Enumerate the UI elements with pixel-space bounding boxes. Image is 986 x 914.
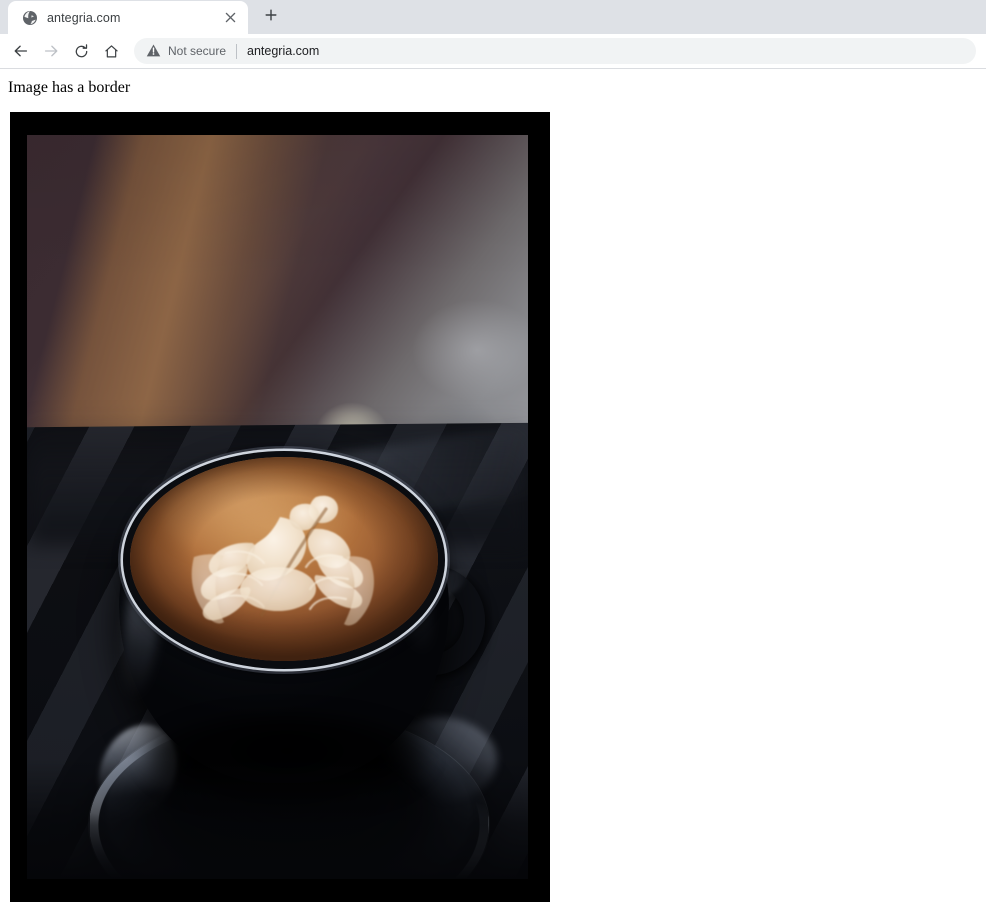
- browser-window: antegria.com: [0, 0, 986, 914]
- arrow-right-icon: [42, 42, 60, 60]
- latte-art-rosetta: [130, 457, 438, 661]
- page-viewport: Image has a border: [0, 70, 986, 914]
- forward-button[interactable]: [36, 36, 66, 66]
- new-tab-button[interactable]: [257, 3, 285, 31]
- address-bar[interactable]: Not secure antegria.com: [134, 38, 976, 64]
- image-border-frame: [10, 112, 550, 902]
- reload-icon: [73, 43, 90, 60]
- back-button[interactable]: [6, 36, 36, 66]
- globe-icon: [22, 10, 38, 26]
- warning-triangle-icon: [146, 43, 162, 59]
- browser-toolbar: Not secure antegria.com: [0, 34, 986, 69]
- home-icon: [103, 43, 120, 60]
- url-text: antegria.com: [247, 44, 319, 58]
- security-label: Not secure: [168, 44, 226, 58]
- reload-button[interactable]: [66, 36, 96, 66]
- close-icon[interactable]: [220, 8, 240, 28]
- browser-tab[interactable]: antegria.com: [8, 1, 248, 34]
- coffee-image[interactable]: [27, 135, 528, 879]
- arrow-left-icon: [12, 42, 30, 60]
- tab-title: antegria.com: [47, 11, 220, 25]
- security-status[interactable]: Not secure: [146, 43, 226, 59]
- photo-bottom-shadow: [27, 759, 528, 879]
- home-button[interactable]: [96, 36, 126, 66]
- omnibox-divider: [236, 44, 237, 59]
- coffee-crema: [130, 457, 438, 661]
- tab-strip: antegria.com: [0, 0, 986, 34]
- page-paragraph: Image has a border: [0, 70, 986, 97]
- plus-icon: [264, 8, 278, 27]
